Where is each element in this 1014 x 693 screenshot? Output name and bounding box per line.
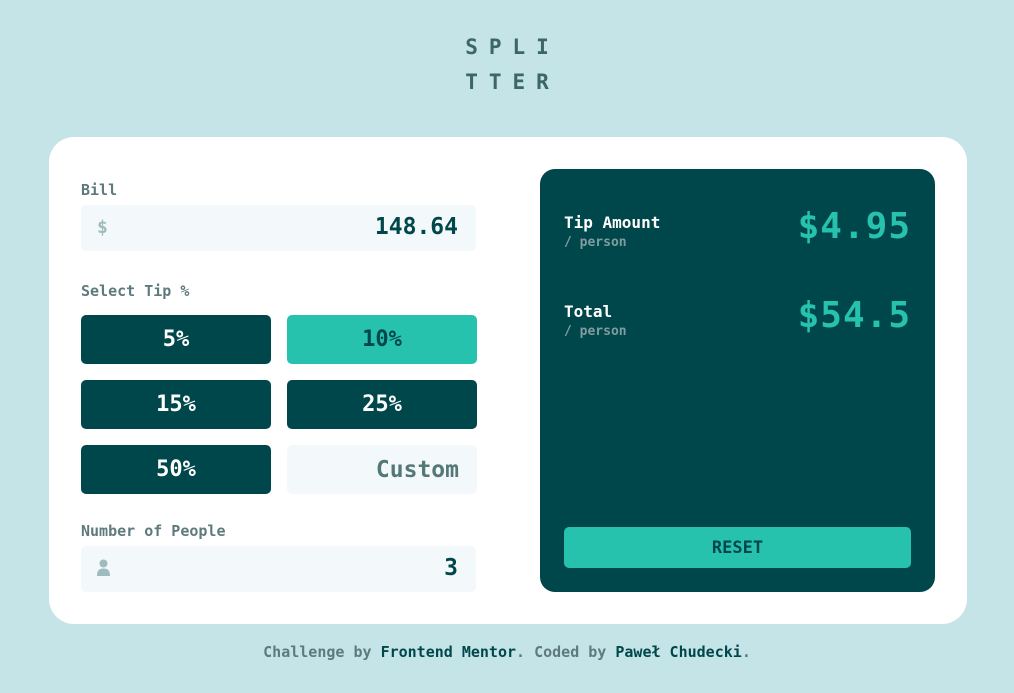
dollar-icon: $	[97, 217, 108, 238]
footer-prefix: Challenge by	[263, 643, 381, 661]
total-label: Total	[564, 302, 613, 321]
select-tip-label: Select Tip %	[81, 282, 190, 300]
total-per-person: / person	[564, 324, 627, 339]
people-input-value[interactable]: 3	[444, 555, 458, 581]
person-icon	[97, 559, 110, 581]
total-row: Total / person $54.5	[564, 295, 911, 352]
logo-line-1: SPLI	[465, 35, 560, 59]
frontend-mentor-link[interactable]: Frontend Mentor	[381, 643, 516, 661]
custom-tip-input[interactable]: Custom	[287, 445, 477, 494]
bill-label: Bill	[81, 181, 118, 199]
tip-amount-value: $4.95	[797, 206, 911, 247]
tip-amount-per-person: / person	[564, 235, 627, 250]
tip-amount-label: Tip Amount	[564, 213, 661, 232]
calculator-card: Bill $ 148.64 Select Tip % 5% 10% 15% 25…	[49, 137, 967, 624]
tip-button-15[interactable]: 15%	[81, 380, 271, 429]
reset-button[interactable]: RESET	[564, 527, 911, 568]
people-label: Number of People	[81, 522, 226, 540]
tip-amount-row: Tip Amount / person $4.95	[564, 206, 911, 263]
tip-button-5[interactable]: 5%	[81, 315, 271, 364]
bill-input[interactable]: $ 148.64	[81, 205, 476, 251]
attribution-footer: Challenge by Frontend Mentor. Coded by P…	[0, 643, 1014, 661]
tip-button-25[interactable]: 25%	[287, 380, 477, 429]
bill-input-value[interactable]: 148.64	[375, 214, 458, 240]
total-value: $54.5	[797, 295, 911, 336]
footer-middle: . Coded by	[516, 643, 616, 661]
tip-button-50[interactable]: 50%	[81, 445, 271, 494]
footer-suffix: .	[741, 643, 751, 661]
results-panel: Tip Amount / person $4.95 Total / person…	[540, 169, 935, 592]
people-input[interactable]: 3	[81, 546, 476, 592]
tip-button-10[interactable]: 10%	[287, 315, 477, 364]
app-logo: SPLI TTER	[0, 30, 1014, 100]
logo-line-2: TTER	[465, 70, 560, 94]
person-icon-svg	[97, 559, 110, 576]
author-link[interactable]: Paweł Chudecki	[615, 643, 741, 661]
